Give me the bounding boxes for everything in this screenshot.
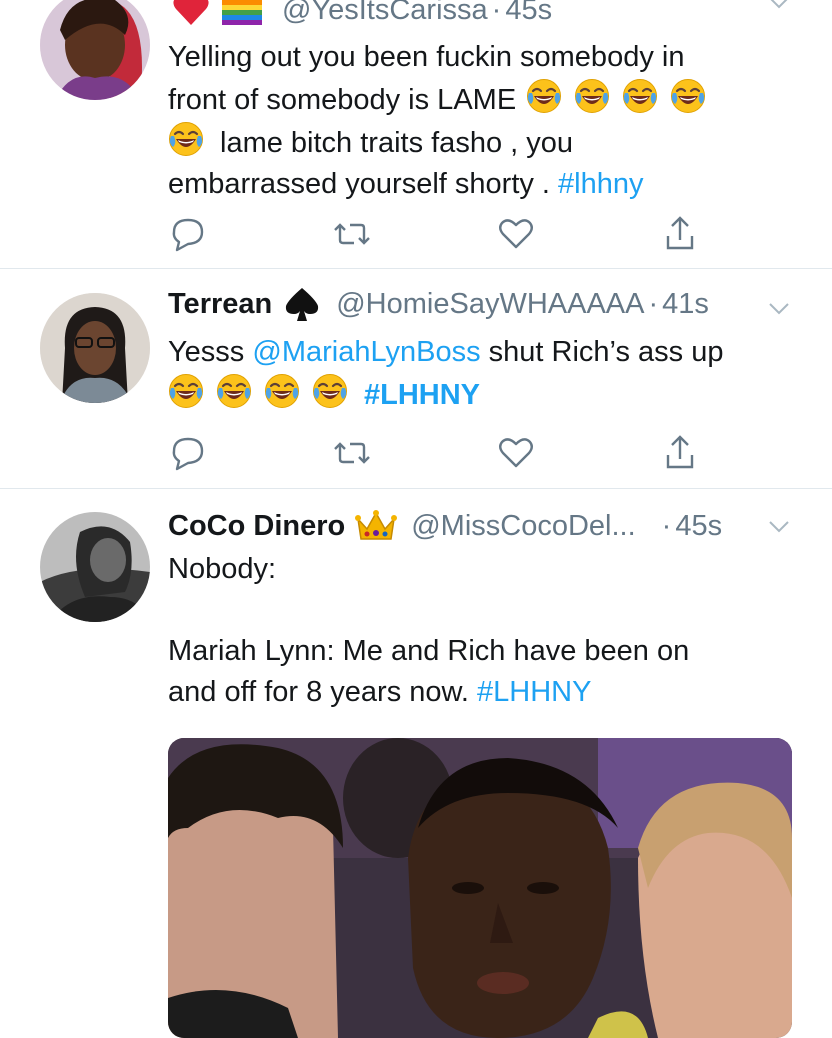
avatar[interactable] — [40, 512, 150, 622]
tweet-line: Mariah Lynn: Me and Rich have been on — [168, 635, 690, 667]
reply-icon[interactable] — [168, 214, 208, 254]
rainbow-flag-icon — [222, 0, 262, 25]
tweet-line: Nobody: — [168, 553, 277, 585]
avatar-image — [40, 0, 150, 100]
tweet-actions — [168, 214, 728, 254]
tweet-line: embarrassed yourself shorty . #lhhny — [168, 164, 792, 205]
laughing-emoji-icon — [526, 78, 562, 114]
tweet-line-text: embarrassed yourself shorty . — [168, 168, 550, 200]
tweet-author-name[interactable]: CoCo Dinero — [168, 508, 345, 544]
heart-icon[interactable] — [496, 214, 536, 254]
tweet-line: #LHHNY — [168, 373, 792, 416]
avatar-image — [40, 293, 150, 403]
tweet-line: front of somebody is LAME — [168, 78, 792, 121]
chevron-down-icon[interactable] — [768, 302, 790, 316]
tweet-timestamp[interactable]: 45s — [675, 508, 722, 544]
tweet-line-text: Yesss — [168, 336, 245, 368]
retweet-icon[interactable] — [332, 214, 372, 254]
tweet-line-text: front of somebody is LAME — [168, 84, 517, 116]
tweet-line: and off for 8 years now. #LHHNY — [168, 672, 792, 713]
media-image — [168, 738, 792, 1038]
tweet-text: Yesss @MariahLynBoss shut Rich’s ass up … — [168, 332, 792, 416]
header-separator: · — [661, 510, 672, 542]
tweet-body: Terrean @HomieSayWHAAAAA · 41s Yesss @Ma… — [168, 286, 792, 416]
laughing-emoji-icon — [216, 373, 252, 409]
tweet-handle[interactable]: @YesItsCarissa — [282, 0, 488, 28]
mention-link[interactable]: @MariahLynBoss — [252, 336, 480, 368]
tweet-header: @YesItsCarissa · 45s — [168, 0, 792, 28]
tweet-author-name[interactable]: Terrean — [168, 286, 272, 322]
tweet-line-text: and off for 8 years now. — [168, 676, 469, 708]
tweet-1[interactable]: @YesItsCarissa · 45s Yelling out you bee… — [0, 0, 832, 269]
tweet-actions — [168, 433, 728, 473]
share-icon[interactable] — [660, 214, 700, 254]
tweet-text: Yelling out you been fuckin somebody in … — [168, 37, 792, 205]
laughing-emoji-icon — [168, 121, 204, 157]
spade-emoji-icon — [286, 288, 319, 321]
tweet-line-text: lame bitch traits fasho , you — [220, 127, 573, 159]
tweet-line: Yelling out you been fuckin somebody in — [168, 41, 685, 73]
tweet-body: @YesItsCarissa · 45s Yelling out you bee… — [168, 0, 792, 205]
tweet-handle[interactable]: @MissCocoDel... — [411, 508, 635, 544]
heart-emoji-icon — [173, 0, 209, 25]
laughing-emoji-icon — [312, 373, 348, 409]
share-icon[interactable] — [660, 433, 700, 473]
chevron-down-icon[interactable] — [768, 520, 790, 534]
tweet-timestamp[interactable]: 45s — [505, 0, 552, 28]
tweet-media[interactable] — [168, 738, 792, 1038]
header-separator: · — [491, 0, 502, 26]
crown-emoji-icon — [355, 510, 398, 540]
tweet-timestamp[interactable]: 41s — [662, 286, 709, 322]
tweet-text: Nobody: Mariah Lynn: Me and Rich have be… — [168, 549, 792, 713]
tweet-handle[interactable]: @HomieSayWHAAAAA — [336, 286, 644, 322]
hashtag-link[interactable]: #LHHNY — [364, 379, 480, 411]
hashtag-link[interactable]: #LHHNY — [477, 676, 591, 708]
laughing-emoji-icon — [168, 373, 204, 409]
laughing-emoji-icon — [264, 373, 300, 409]
retweet-icon[interactable] — [332, 433, 372, 473]
tweet-line: lame bitch traits fasho , you — [168, 121, 792, 164]
avatar-image — [40, 512, 150, 622]
header-separator: · — [648, 288, 659, 320]
laughing-emoji-icon — [622, 78, 658, 114]
heart-icon[interactable] — [496, 433, 536, 473]
laughing-emoji-icon — [670, 78, 706, 114]
tweet-body: CoCo Dinero @MissCocoDel... · 45s Nobody… — [168, 508, 792, 713]
tweet-line-text: shut Rich’s ass up — [488, 336, 724, 368]
hashtag-link[interactable]: #lhhny — [558, 168, 643, 200]
avatar[interactable] — [40, 0, 150, 100]
avatar[interactable] — [40, 293, 150, 403]
chevron-down-icon[interactable] — [768, 0, 790, 10]
tweet-3[interactable]: CoCo Dinero @MissCocoDel... · 45s Nobody… — [0, 488, 832, 1038]
reply-icon[interactable] — [168, 433, 208, 473]
tweet-header: CoCo Dinero @MissCocoDel... · 45s — [168, 508, 792, 544]
tweet-2[interactable]: Terrean @HomieSayWHAAAAA · 41s Yesss @Ma… — [0, 268, 832, 489]
tweet-header: Terrean @HomieSayWHAAAAA · 41s — [168, 286, 792, 322]
laughing-emoji-icon — [574, 78, 610, 114]
tweet-line: Yesss @MariahLynBoss shut Rich’s ass up — [168, 332, 792, 373]
